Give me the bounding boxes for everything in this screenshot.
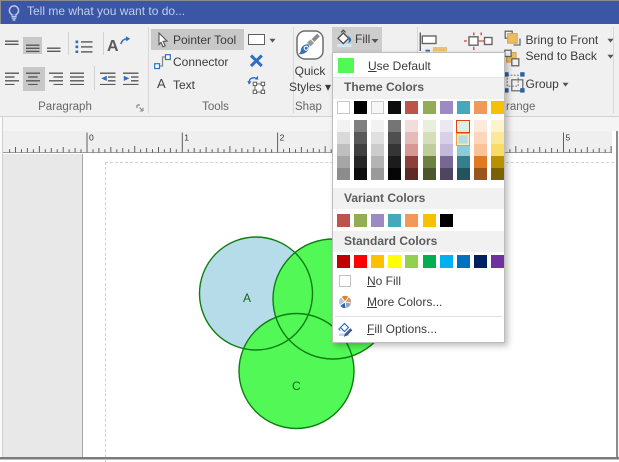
svg-text:0: 0	[89, 133, 94, 143]
svg-text:2: 2	[280, 133, 285, 143]
svg-text:C: C	[292, 379, 301, 393]
svg-text:5: 5	[566, 133, 571, 143]
svg-text:1: 1	[184, 133, 189, 143]
svg-text:A: A	[243, 291, 251, 305]
